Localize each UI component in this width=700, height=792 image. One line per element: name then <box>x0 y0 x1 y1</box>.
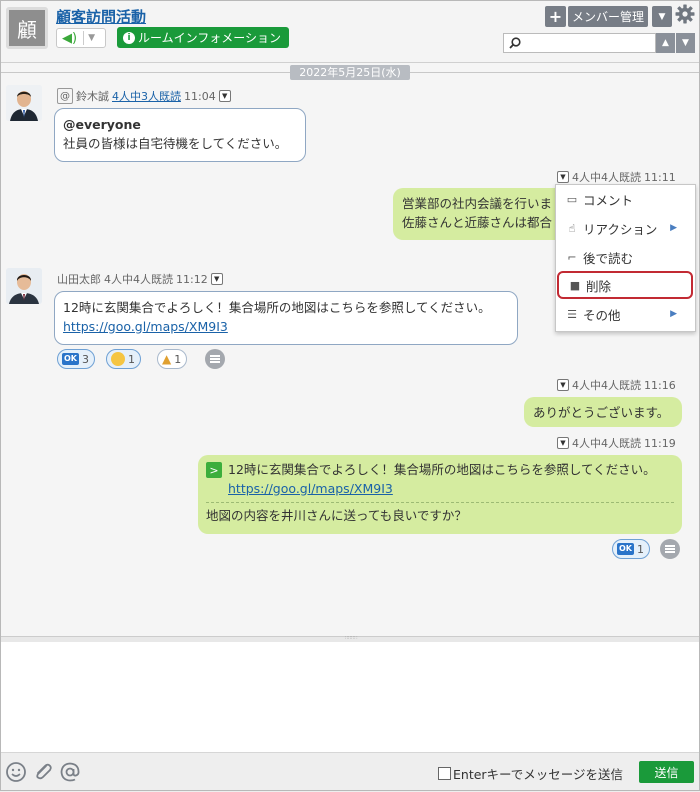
ok-icon: OK <box>617 543 634 555</box>
message-time: 11:12 <box>176 272 208 286</box>
read-status-link[interactable]: 4人中3人既読 <box>112 88 181 104</box>
own-message-bubble[interactable]: > 12時に玄関集合でよろしく！集合場所の地図はこちらを参照してください。 ht… <box>198 455 682 534</box>
read-status[interactable]: 4人中4人既読 <box>572 435 641 451</box>
chevron-right-icon: ▶ <box>670 223 677 233</box>
date-separator: 2022年5月25日(水) <box>290 65 410 80</box>
user-photo <box>6 85 42 121</box>
emoji-icon[interactable] <box>5 761 27 783</box>
message-time: 11:16 <box>644 378 676 392</box>
search-icon <box>509 37 521 49</box>
smile-icon <box>111 352 125 366</box>
attachment-icon[interactable] <box>32 761 54 783</box>
room-info-button[interactable]: i ルームインフォメーション <box>117 27 290 48</box>
plus-icon: + <box>548 7 563 26</box>
message-menu-toggle[interactable]: ▼ <box>557 437 569 449</box>
quoted-text: 12時に玄関集合でよろしく！集合場所の地図はこちらを参照してください。 <box>228 462 656 477</box>
chevron-down-icon: ▼ <box>88 33 95 43</box>
bookmark-icon: ⌐ <box>567 250 577 264</box>
reaction-ok[interactable]: OK 1 <box>612 539 650 559</box>
reaction-thumbs-up[interactable]: ▲ 1 <box>157 349 188 369</box>
quoted-message[interactable]: > 12時に玄関集合でよろしく！集合場所の地図はこちらを参照してください。 ht… <box>206 460 674 498</box>
message-meta: ▼ 4人中4人既読 11:16 <box>557 377 676 393</box>
member-management-button[interactable]: メンバー管理 <box>568 6 648 27</box>
member-menu-dropdown[interactable]: ▼ <box>652 6 672 27</box>
message-menu-toggle[interactable]: ▼ <box>218 90 231 102</box>
notification-sound-toggle[interactable]: ◀) ▼ <box>56 28 106 48</box>
mention-everyone: @everyone <box>63 117 141 132</box>
quote-icon: > <box>206 462 222 478</box>
reaction-icon: ☝ <box>568 221 576 235</box>
message-text: 社員の皆様は自宅待機をしてください。 <box>63 136 288 151</box>
message-menu-toggle[interactable]: ▼ <box>210 273 223 285</box>
menu-item-read-later[interactable]: ⌐ 後で読む <box>556 243 695 271</box>
menu-icon <box>210 358 220 360</box>
message-time: 11:11 <box>644 170 676 184</box>
add-reaction-button[interactable] <box>205 349 225 369</box>
sender-name[interactable]: 鈴木誠 <box>76 88 109 104</box>
ok-icon: OK <box>62 353 79 365</box>
menu-icon <box>665 548 675 550</box>
message-context-menu: ▭ コメント ☝ リアクション ▶ ⌐ 後で読む ■ 削除 ☰ その他 ▶ <box>555 184 696 332</box>
message-text: ありがとうございます。 <box>533 405 670 420</box>
read-status[interactable]: 4人中4人既読 <box>572 377 641 393</box>
add-reaction-button[interactable] <box>660 539 680 559</box>
enter-to-send-checkbox[interactable] <box>438 767 451 780</box>
sender-name[interactable]: 山田太郎 <box>57 271 101 287</box>
message-meta: ▼ 4人中4人既読 11:19 <box>557 435 676 451</box>
send-button[interactable]: 送信 <box>639 761 694 783</box>
search-input[interactable] <box>503 33 656 53</box>
menu-item-other[interactable]: ☰ その他 ▶ <box>556 300 695 328</box>
message-meta: ▼ 4人中4人既読 11:11 <box>557 169 676 185</box>
user-photo <box>6 268 42 304</box>
search-next-button[interactable]: ▼ <box>676 33 695 53</box>
message-meta: @ 鈴木誠 4人中3人既読 11:04 ▼ <box>57 88 231 104</box>
mention-icon[interactable] <box>59 761 81 783</box>
menu-item-reaction[interactable]: ☝ リアクション ▶ <box>556 214 695 242</box>
message-bubble[interactable]: 12時に玄関集合でよろしく！集合場所の地図はこちらを参照してください。 http… <box>54 291 518 345</box>
avatar[interactable] <box>6 268 42 304</box>
comment-icon: ▭ <box>566 192 578 206</box>
menu-item-delete[interactable]: ■ 削除 <box>557 271 693 299</box>
info-icon: i <box>123 31 135 44</box>
room-avatar: 顧 <box>6 7 48 49</box>
grip-handle-icon[interactable]: ∷∷∷∷ <box>338 636 364 641</box>
read-status[interactable]: 4人中4人既読 <box>572 169 641 185</box>
message-time: 11:19 <box>644 436 676 450</box>
message-time: 11:04 <box>184 89 216 103</box>
room-title[interactable]: 顧客訪問活動 <box>56 6 146 27</box>
message-text: 12時に玄関集合でよろしく！集合場所の地図はこちらを参照してください。 <box>63 300 491 315</box>
read-status[interactable]: 4人中4人既読 <box>104 271 173 287</box>
message-menu-toggle[interactable]: ▼ <box>557 379 569 391</box>
reply-text: 地図の内容を井川さんに送っても良いですか？ <box>206 502 674 525</box>
message-input[interactable] <box>0 642 700 752</box>
message-menu-toggle[interactable]: ▼ <box>557 171 569 183</box>
chevron-right-icon: ▶ <box>670 309 677 319</box>
message-bubble[interactable]: @everyone 社員の皆様は自宅待機をしてください。 <box>54 108 306 162</box>
message-meta: 山田太郎 4人中4人既読 11:12 ▼ <box>57 271 223 287</box>
map-link[interactable]: https://goo.gl/maps/XM9I3 <box>63 317 509 336</box>
gear-icon[interactable] <box>675 4 695 24</box>
chevron-down-icon: ▼ <box>658 11 666 22</box>
avatar[interactable] <box>6 85 42 121</box>
map-link[interactable]: https://goo.gl/maps/XM9I3 <box>228 479 656 498</box>
trash-icon: ■ <box>569 278 581 292</box>
menu-icon: ☰ <box>567 307 577 321</box>
search-prev-button[interactable]: ▲ <box>656 33 675 53</box>
enter-to-send-option[interactable]: Enterキーでメッセージを送信 <box>438 764 623 783</box>
room-info-label: ルームインフォメーション <box>138 31 282 45</box>
own-message-bubble[interactable]: ありがとうございます。 <box>524 397 682 427</box>
menu-item-comment[interactable]: ▭ コメント <box>556 185 695 213</box>
speaker-icon: ◀) <box>62 30 78 46</box>
mention-icon: @ <box>57 88 73 104</box>
thumbs-up-icon: ▲ <box>162 352 172 366</box>
reaction-smile[interactable]: 1 <box>106 349 141 369</box>
reaction-ok[interactable]: OK 3 <box>57 349 95 369</box>
add-button[interactable]: + <box>545 6 566 27</box>
